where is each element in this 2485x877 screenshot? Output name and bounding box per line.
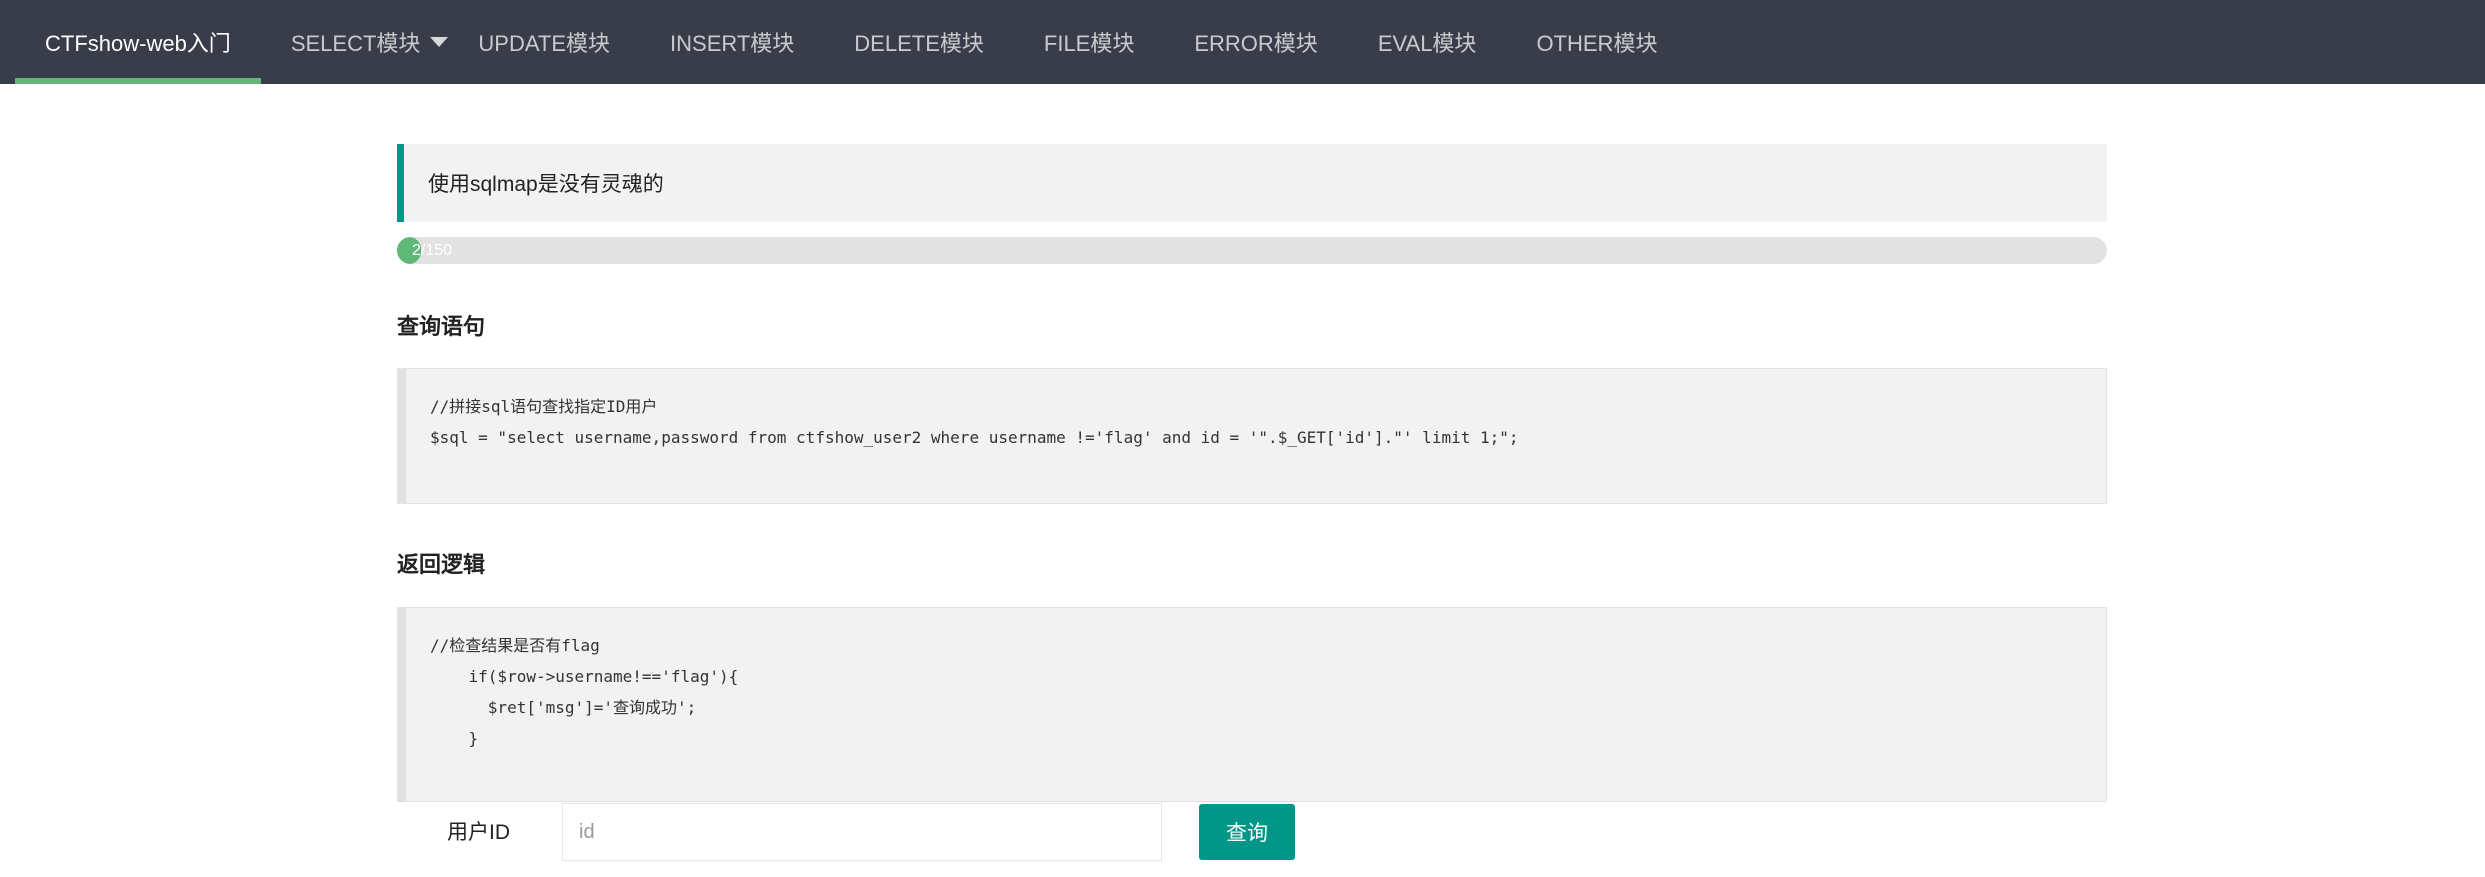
nav-item-error[interactable]: ERROR模块 [1164,0,1347,84]
progress-text: 2/150 [412,242,453,259]
nav-item-select[interactable]: SELECT模块 [261,0,457,84]
user-id-label: 用户ID [447,821,510,844]
notice-banner: 使用sqlmap是没有灵魂的 [397,144,2107,222]
logic-code-block: //检查结果是否有flag if($row->username!=='flag'… [397,607,2107,802]
nav-item-file[interactable]: FILE模块 [1014,0,1164,84]
notice-text: 使用sqlmap是没有灵魂的 [428,173,664,196]
nav-item-label: FILE模块 [1043,31,1135,56]
main-content: 使用sqlmap是没有灵魂的 2/150 查询语句 //拼接sql语句查找指定I… [397,144,2107,861]
nav-item-label: SELECT模块 [290,31,421,56]
query-code-block: //拼接sql语句查找指定ID用户 $sql = "select usernam… [397,368,2107,504]
nav-brand[interactable]: CTFshow-web入门 [15,0,261,84]
nav-item-label: OTHER模块 [1536,31,1658,56]
nav-item-other[interactable]: OTHER模块 [1506,0,1687,84]
user-id-input[interactable] [562,803,1162,861]
nav-item-label: UPDATE模块 [478,31,611,56]
top-navbar: CTFshow-web入门 SELECT模块 UPDATE模块 INSERT模块… [0,0,2485,84]
nav-brand-label: CTFshow-web入门 [45,31,231,56]
nav-item-label: ERROR模块 [1194,31,1318,56]
query-section-title: 查询语句 [397,314,486,339]
nav-item-label: EVAL模块 [1377,31,1477,56]
nav-item-label: INSERT模块 [670,31,795,56]
nav-item-eval[interactable]: EVAL模块 [1348,0,1507,84]
nav-item-update[interactable]: UPDATE模块 [456,0,640,84]
nav-item-label: DELETE模块 [854,31,984,56]
chevron-down-icon [430,37,449,47]
progress-bar: 2/150 [397,237,2107,264]
nav-item-delete[interactable]: DELETE模块 [824,0,1014,84]
query-form: 用户ID 查询 [397,803,2107,863]
query-button[interactable]: 查询 [1199,804,1295,860]
nav-item-insert[interactable]: INSERT模块 [640,0,824,84]
logic-section-title: 返回逻辑 [397,552,486,577]
